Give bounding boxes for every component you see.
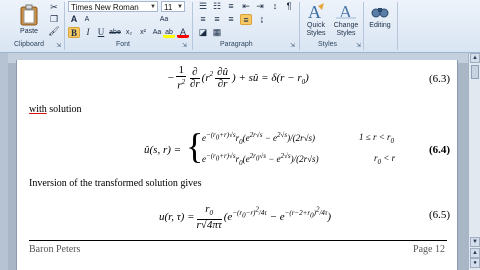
- clipboard-icon: [20, 4, 38, 26]
- clipboard-launcher-icon[interactable]: ⇲: [56, 42, 61, 49]
- separator: [192, 2, 193, 50]
- equation-6-4-case2-condition: r0 < r: [374, 153, 395, 166]
- clear-format-button[interactable]: Aa: [158, 14, 170, 25]
- strikethrough-button[interactable]: abe: [109, 27, 121, 38]
- with-word: with: [29, 104, 47, 115]
- underline-button[interactable]: U: [95, 27, 107, 38]
- justify-icon[interactable]: ≡: [240, 14, 252, 25]
- increase-indent-icon[interactable]: ⇥: [254, 1, 266, 12]
- footer-rule: [29, 240, 447, 241]
- case1-condition-text: 1 ≤ r < r: [359, 132, 391, 142]
- borders-icon[interactable]: ▦: [211, 27, 223, 38]
- shading-icon[interactable]: ◪: [197, 27, 209, 38]
- vertical-ruler: [0, 53, 8, 270]
- change-styles-icon: A: [336, 2, 356, 20]
- footer-author: Baron Peters: [29, 244, 81, 255]
- align-right-icon[interactable]: ≡: [225, 14, 237, 25]
- copy-icon[interactable]: ❐: [48, 14, 60, 25]
- case2-condition-rest: < r: [381, 153, 396, 163]
- change-styles-button[interactable]: A Change Styles: [331, 2, 361, 38]
- styles-group-label: Styles: [318, 41, 338, 48]
- grow-font-button[interactable]: A: [68, 14, 80, 25]
- equation-6-4-case1-condition: 1 ≤ r < r0: [359, 132, 394, 145]
- equation-number-6-5: (6.5): [429, 209, 451, 221]
- vertical-scrollbar[interactable]: ▲ ▼ ▲ ●: [468, 53, 480, 270]
- separator: [299, 2, 300, 50]
- change-case-button[interactable]: Aa: [151, 27, 163, 38]
- svg-text:A: A: [308, 2, 321, 20]
- font-name-combo[interactable]: Times New Roman ▼: [68, 1, 158, 12]
- font-launcher-icon[interactable]: ⇲: [182, 42, 187, 49]
- format-painter-icon[interactable]: 🖌: [48, 26, 60, 37]
- multilevel-list-icon[interactable]: ≡: [225, 1, 237, 12]
- separator: [397, 2, 398, 50]
- align-left-icon[interactable]: ≡: [197, 14, 209, 25]
- left-brace: {: [186, 126, 204, 166]
- quick-styles-icon: A: [308, 2, 324, 20]
- with-solution-text: with solution: [29, 104, 82, 115]
- scroll-thumb[interactable]: [471, 65, 479, 79]
- equation-6-4-lhs: û(s, r) =: [144, 144, 182, 156]
- case1-condition-sub: 0: [390, 136, 395, 145]
- solution-word: solution: [46, 104, 82, 115]
- italic-button[interactable]: I: [82, 27, 94, 38]
- styles-launcher-icon[interactable]: ⇲: [356, 42, 361, 49]
- separator: [64, 2, 65, 50]
- shrink-font-button[interactable]: A: [81, 14, 93, 25]
- sort-icon[interactable]: ↕: [269, 1, 281, 12]
- browse-object-icon[interactable]: ●: [470, 258, 480, 268]
- quick-styles-button[interactable]: A Quick Styles: [301, 2, 331, 38]
- font-color-button[interactable]: A: [177, 27, 189, 38]
- footer-page: Page 12: [413, 244, 445, 255]
- document-page[interactable]: −1 r2 ∂ ∂r (r2 ∂û ∂r) + sû = δ(r − r0) (6.3) w…: [16, 60, 458, 270]
- scroll-up-icon[interactable]: ▲: [470, 53, 480, 63]
- change-styles-label: Change Styles: [333, 22, 359, 37]
- paragraph-group-label: Paragraph: [220, 41, 253, 48]
- highlight-button[interactable]: ab: [163, 27, 175, 38]
- equation-number-6-3: (6.3): [429, 73, 451, 85]
- equation-6-3: −1 r2 ∂ ∂r (r2 ∂û ∂r) + sû = δ(r − r0): [167, 64, 309, 92]
- paragraph-launcher-icon[interactable]: ⇲: [290, 42, 295, 49]
- inversion-text: Inversion of the transformed solution gi…: [29, 178, 202, 189]
- paste-button[interactable]: Paste: [16, 4, 42, 36]
- bold-button[interactable]: B: [68, 27, 80, 38]
- separator: [363, 2, 364, 50]
- equation-6-5: u(r, τ) = r0 r√4πτ (e−(r0−r)2/4τ − e−(r−2+r…: [159, 203, 332, 232]
- ribbon: Paste ✂ ❐ 🖌 Clipboard ⇲ Times New Roman ▼…: [0, 0, 480, 53]
- clipboard-group-label: Clipboard: [14, 41, 44, 48]
- binoculars-icon: [371, 8, 389, 18]
- chevron-down-icon[interactable]: ▼: [177, 2, 183, 13]
- chevron-down-icon[interactable]: ▼: [150, 2, 156, 13]
- line-spacing-icon[interactable]: ↨: [256, 14, 268, 25]
- font-size-combo[interactable]: 11 ▼: [161, 1, 185, 12]
- bullets-icon[interactable]: ☰: [197, 1, 209, 12]
- previous-page-icon[interactable]: ▲: [470, 248, 480, 258]
- paste-label: Paste: [20, 28, 38, 35]
- equation-number-6-4: (6.4): [429, 144, 451, 156]
- cut-icon[interactable]: ✂: [48, 2, 60, 13]
- align-center-icon[interactable]: ≡: [211, 14, 223, 25]
- equation-6-4-case1: e−(r0+r)√sr0(e2r√s − e2√s)/(2r√s): [202, 131, 316, 146]
- font-size-value: 11: [164, 3, 173, 12]
- subscript-button[interactable]: x₂: [123, 27, 135, 38]
- equation-6-4-case2: e−(r0+r)√sr0(e2r0√s − e2√s)/(2r√s): [202, 152, 319, 167]
- superscript-button[interactable]: x²: [137, 27, 149, 38]
- font-group-label: Font: [116, 41, 131, 48]
- scroll-down-icon[interactable]: ▼: [470, 237, 480, 247]
- font-name-value: Times New Roman: [71, 3, 139, 12]
- numbering-icon[interactable]: ☷: [211, 1, 223, 12]
- editing-button[interactable]: Editing: [365, 2, 395, 30]
- editing-label: Editing: [369, 22, 391, 29]
- decrease-indent-icon[interactable]: ⇤: [240, 1, 252, 12]
- show-marks-button[interactable]: ¶: [283, 1, 295, 12]
- quick-styles-label: Quick Styles: [306, 22, 326, 37]
